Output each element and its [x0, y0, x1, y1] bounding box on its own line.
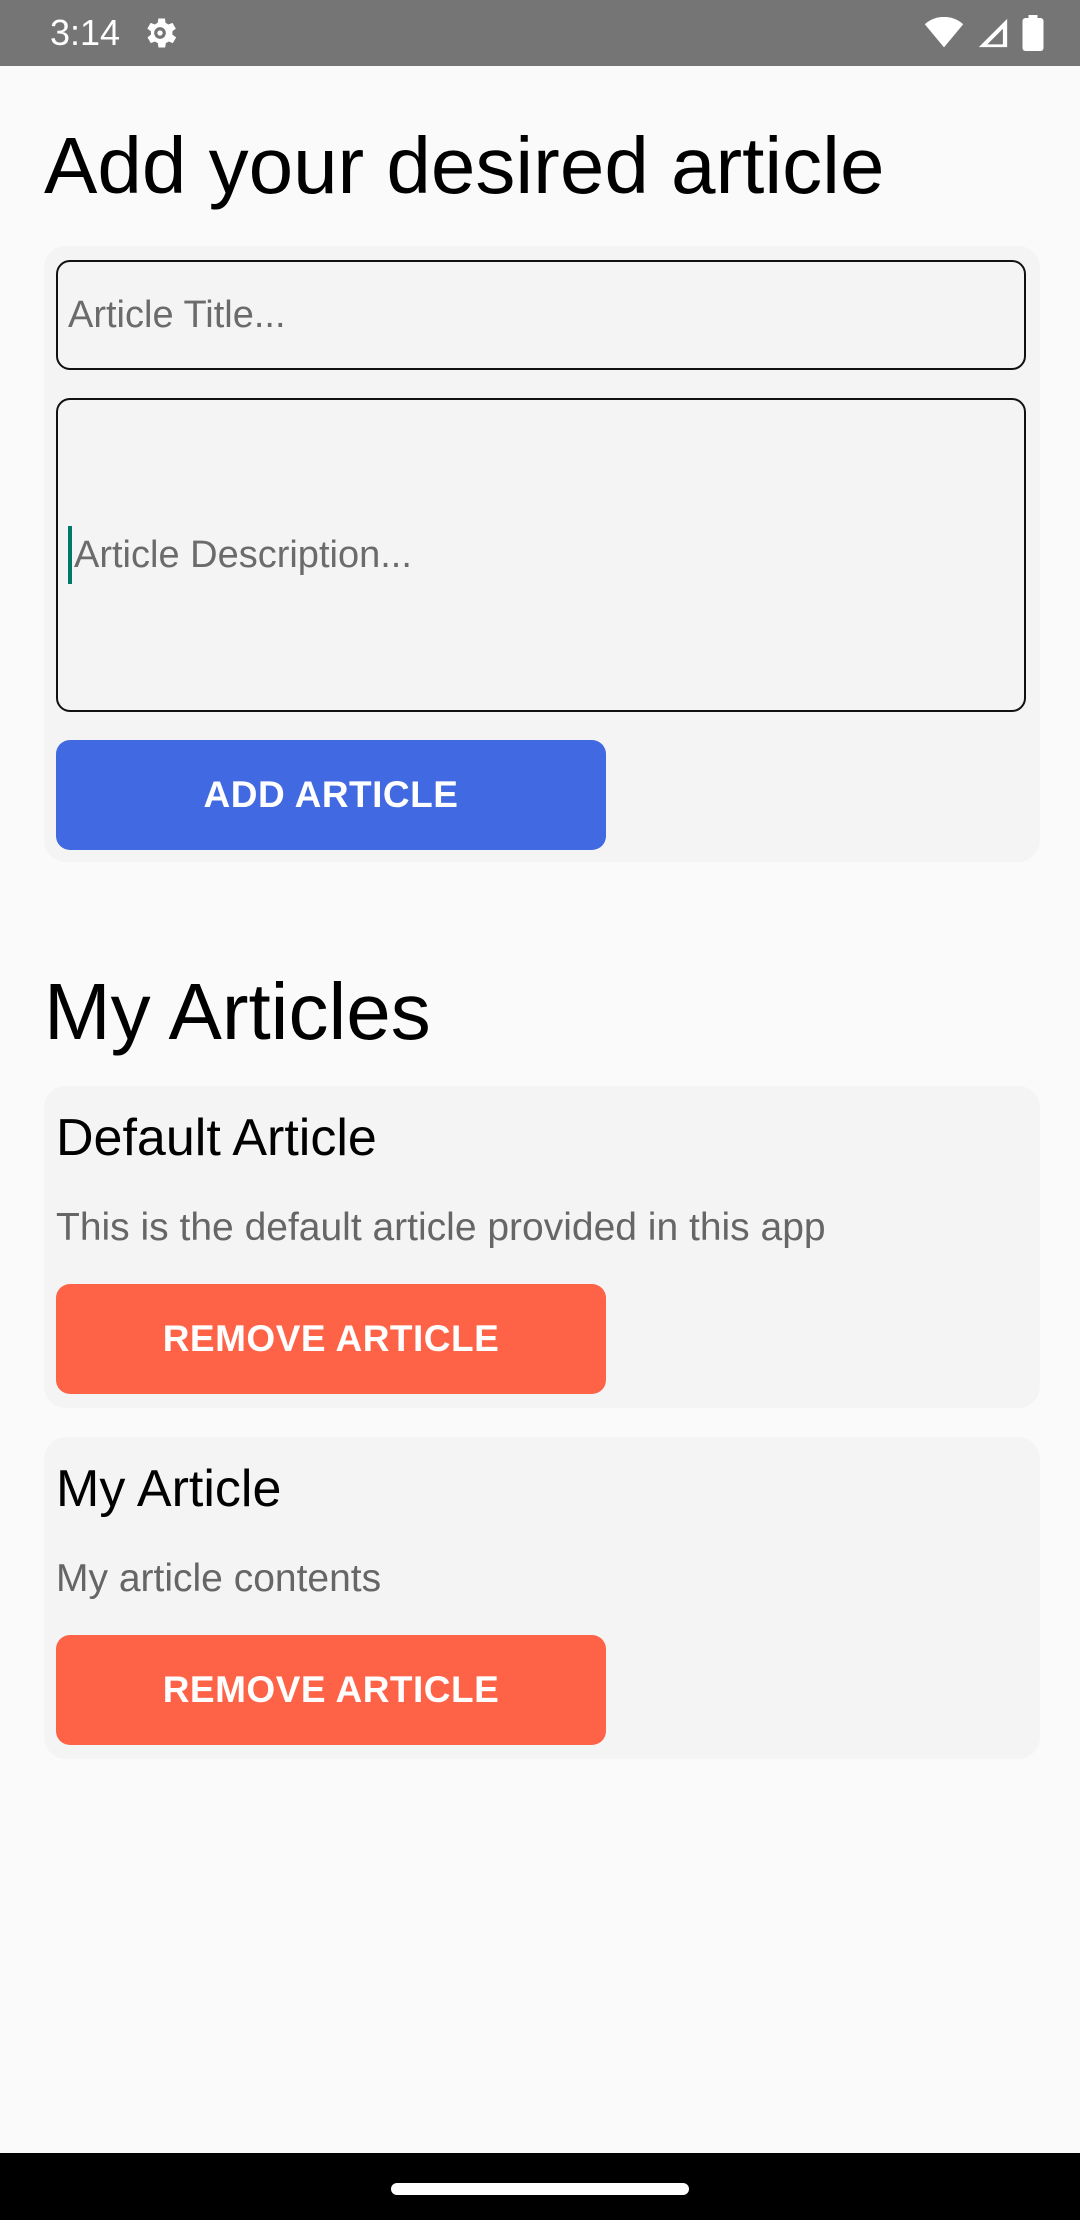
article-title: My Article: [56, 1460, 282, 1518]
wifi-icon: [924, 17, 964, 48]
status-time: 3:14: [50, 12, 121, 53]
article-card: My Article My article contents REMOVE AR…: [44, 1437, 1040, 1759]
article-description: This is the default article provided in …: [56, 1206, 826, 1249]
article-title-placeholder: Article Title...: [68, 293, 286, 336]
signal-icon: [978, 18, 1008, 48]
status-bar: 3:14: [0, 0, 1080, 66]
form-heading: Add your desired article: [44, 121, 885, 210]
article-title: Default Article: [56, 1109, 377, 1167]
article-description: My article contents: [56, 1557, 382, 1600]
text-cursor: [68, 526, 72, 584]
add-article-form: Article Title... Article Description... …: [44, 246, 1040, 862]
remove-article-button[interactable]: REMOVE ARTICLE: [56, 1635, 606, 1745]
articles-heading: My Articles: [44, 967, 431, 1056]
battery-icon: [1022, 15, 1044, 51]
add-article-button[interactable]: ADD ARTICLE: [56, 740, 606, 850]
article-description-input[interactable]: Article Description...: [56, 398, 1026, 712]
article-description-placeholder: Article Description...: [74, 533, 412, 576]
status-icons: [924, 15, 1044, 51]
article-title-input[interactable]: Article Title...: [56, 260, 1026, 370]
home-gesture-handle[interactable]: [391, 2183, 689, 2195]
remove-article-button[interactable]: REMOVE ARTICLE: [56, 1284, 606, 1394]
article-card: Default Article This is the default arti…: [44, 1086, 1040, 1408]
gear-icon: [147, 18, 177, 48]
navigation-bar: [0, 2153, 1080, 2220]
